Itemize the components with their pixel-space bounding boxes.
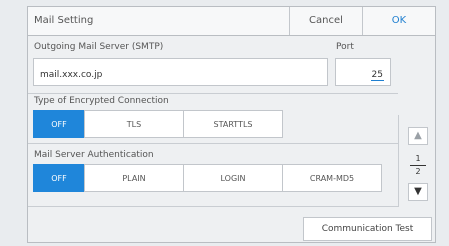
communication-test-button[interactable]: Communication Test (303, 217, 432, 241)
port-input[interactable]: 25 (335, 58, 391, 86)
port-value: 25 (370, 70, 384, 81)
encryption-starttls-button[interactable]: STARTTLS (183, 110, 283, 138)
encryption-toggle-group: OFF TLS STARTTLS (33, 110, 283, 138)
page-divider-line (410, 165, 426, 166)
port-label: Port (336, 42, 354, 52)
auth-cram-md5-button[interactable]: CRAM-MD5 (282, 164, 382, 192)
smtp-server-label: Outgoing Mail Server (SMTP) (34, 42, 164, 52)
section-divider (28, 143, 398, 144)
dialog-title: Mail Setting (34, 15, 94, 26)
auth-off-button[interactable]: OFF (33, 164, 85, 192)
authentication-toggle-group: OFF PLAIN LOGIN CRAM-MD5 (33, 164, 382, 192)
section-divider (28, 93, 398, 94)
authentication-label: Mail Server Authentication (34, 150, 154, 160)
auth-plain-button[interactable]: PLAIN (84, 164, 184, 192)
section-divider (28, 206, 398, 207)
page-current: 1 (415, 154, 421, 163)
encryption-off-button[interactable]: OFF (33, 110, 85, 138)
cancel-button[interactable]: Cancel (289, 7, 362, 35)
page-total: 2 (415, 167, 421, 176)
up-arrow-icon[interactable]: ▲ (408, 127, 428, 145)
title-bar: Mail Setting Cancel OK (28, 7, 435, 36)
auth-login-button[interactable]: LOGIN (183, 164, 283, 192)
down-arrow-icon[interactable]: ▼ (408, 183, 428, 201)
smtp-server-value: mail.xxx.co.jp (40, 70, 103, 80)
encryption-tls-button[interactable]: TLS (84, 110, 184, 138)
encryption-label: Type of Encrypted Connection (34, 96, 169, 106)
ok-button[interactable]: OK (362, 7, 435, 35)
mail-setting-dialog: Mail Setting Cancel OK Outgoing Mail Ser… (27, 6, 436, 243)
smtp-server-input[interactable]: mail.xxx.co.jp (33, 58, 328, 86)
page-scroll-panel: ▲ 1 2 ▼ (398, 115, 435, 207)
